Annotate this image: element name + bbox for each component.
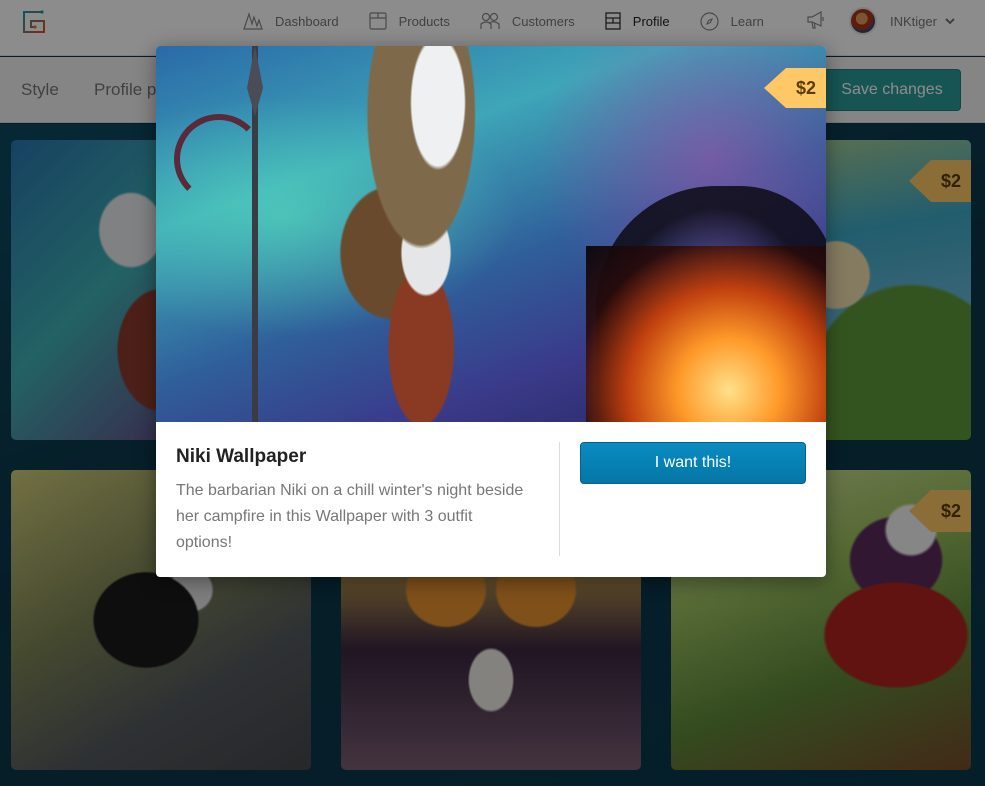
product-title: Niki Wallpaper [176, 446, 307, 467]
product-cover-image: $2 [156, 46, 826, 422]
modal-divider [559, 442, 560, 556]
campfire-art [586, 246, 826, 422]
product-description: The barbarian Niki on a chill winter's n… [176, 482, 524, 551]
modal-body: Niki Wallpaper The barbarian Niki on a c… [156, 422, 826, 577]
ribbon-art [174, 114, 264, 204]
character-art [306, 46, 546, 422]
i-want-this-button[interactable]: I want this! [580, 442, 806, 484]
product-preview-modal: $2 Niki Wallpaper The barbarian Niki on … [156, 46, 826, 577]
